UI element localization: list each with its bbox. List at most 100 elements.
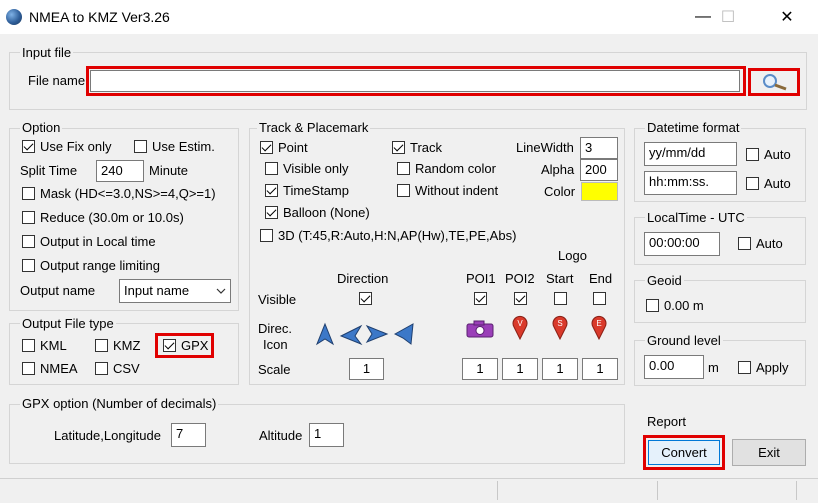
kml-checkbox[interactable] [22, 339, 35, 352]
split-time-label: Split Time [20, 163, 78, 178]
window-title: NMEA to KMZ Ver3.26 [29, 9, 170, 25]
poi1-visible-checkbox[interactable] [474, 292, 487, 305]
output-local-time-label: Output in Local time [40, 234, 156, 249]
direction-label: Direction [337, 271, 389, 286]
ground-level-apply-checkbox[interactable] [738, 361, 751, 374]
datetime-format-group-label: Datetime format [645, 120, 742, 136]
split-time-unit: Minute [149, 163, 189, 178]
time-format-input[interactable]: hh:mm:ss. [644, 171, 737, 195]
visible-only-label: Visible only [283, 161, 349, 176]
start-visible-checkbox[interactable] [554, 292, 567, 305]
localtime-utc-input[interactable]: 00:00:00 [644, 232, 720, 256]
poi2-scale-input[interactable]: 1 [502, 358, 538, 380]
direc-icon-label-2: Icon [263, 337, 288, 352]
gpx-checkbox[interactable] [163, 339, 176, 352]
convert-button[interactable]: Convert [648, 440, 720, 465]
output-file-type-group-label: Output File type [20, 316, 116, 332]
track-label: Track [410, 140, 443, 155]
chevron-down-icon [216, 288, 226, 294]
ground-level-input[interactable]: 0.00 [644, 355, 704, 379]
output-name-label: Output name [20, 283, 96, 298]
nmea-label: NMEA [40, 361, 78, 376]
gpx-label: GPX [181, 338, 209, 353]
mask-checkbox[interactable] [22, 187, 35, 200]
app-globe-icon [6, 9, 22, 25]
alpha-input[interactable]: 200 [580, 159, 618, 181]
browse-button[interactable] [748, 68, 800, 96]
color-swatch[interactable] [581, 182, 618, 201]
close-button[interactable]: ✕ [764, 0, 810, 34]
reduce-checkbox[interactable] [22, 211, 35, 224]
kmz-checkbox[interactable] [95, 339, 108, 352]
exit-button[interactable]: Exit [732, 439, 806, 466]
poi2-label: POI2 [505, 271, 535, 286]
camera-icon [466, 320, 494, 338]
altitude-label: Altitude [259, 428, 303, 443]
maximize-button[interactable]: ☐ [705, 0, 751, 34]
logo-label: Logo [558, 248, 587, 263]
end-scale-input[interactable]: 1 [582, 358, 618, 380]
latlon-label: Latitude,Longitude [54, 428, 161, 443]
status-bar-divider [796, 481, 797, 500]
csv-label: CSV [113, 361, 140, 376]
report-label: Report [647, 414, 687, 429]
kmz-label: KMZ [113, 338, 141, 353]
latlon-decimals-input[interactable]: 7 [171, 423, 206, 447]
color-label: Color [544, 184, 576, 199]
date-format-input[interactable]: yy/mm/dd [644, 142, 737, 166]
date-auto-label: Auto [764, 147, 791, 162]
visible-only-checkbox[interactable] [265, 162, 278, 175]
use-estim-checkbox[interactable] [134, 140, 147, 153]
ground-level-group-label: Ground level [645, 333, 723, 349]
geoid-group-label: Geoid [645, 273, 684, 289]
time-auto-label: Auto [764, 176, 791, 191]
status-bar [0, 478, 818, 503]
output-range-label: Output range limiting [40, 258, 160, 273]
geoid-checkbox[interactable] [646, 299, 659, 312]
three-d-label: 3D (T:45,R:Auto,H:N,AP(Hw),TE,PE,Abs) [278, 228, 517, 243]
reduce-label: Reduce (30.0m or 10.0s) [40, 210, 184, 225]
geoid-label: 0.00 m [664, 298, 704, 313]
poi1-label: POI1 [466, 271, 496, 286]
three-d-checkbox[interactable] [260, 229, 273, 242]
start-scale-input[interactable]: 1 [542, 358, 578, 380]
balloon-label: Balloon (None) [283, 205, 370, 220]
localtime-utc-group-label: LocalTime - UTC [645, 210, 747, 226]
random-color-checkbox[interactable] [397, 162, 410, 175]
kml-label: KML [40, 338, 67, 353]
direction-visible-checkbox[interactable] [359, 292, 372, 305]
track-checkbox[interactable] [392, 141, 405, 154]
output-name-select[interactable]: Input name [119, 279, 231, 303]
direction-scale-input[interactable]: 1 [349, 358, 384, 380]
poi2-pin-icon: V [512, 315, 528, 340]
timestamp-label: TimeStamp [283, 183, 349, 198]
direc-icon-label-1: Direc. [258, 321, 292, 336]
without-indent-label: Without indent [415, 183, 499, 198]
localtime-auto-checkbox[interactable] [738, 237, 751, 250]
poi2-visible-checkbox[interactable] [514, 292, 527, 305]
ground-level-apply-label: Apply [756, 360, 789, 375]
random-color-label: Random color [415, 161, 496, 176]
output-local-time-checkbox[interactable] [22, 235, 35, 248]
output-range-checkbox[interactable] [22, 259, 35, 272]
split-time-input[interactable]: 240 [96, 160, 144, 182]
date-auto-checkbox[interactable] [746, 148, 759, 161]
linewidth-input[interactable]: 3 [580, 137, 618, 159]
without-indent-checkbox[interactable] [397, 184, 410, 197]
end-pin-letter: E [596, 319, 601, 328]
poi1-scale-input[interactable]: 1 [462, 358, 498, 380]
ground-level-unit: m [708, 360, 719, 375]
start-pin-icon: S [552, 315, 568, 340]
nmea-checkbox[interactable] [22, 362, 35, 375]
timestamp-checkbox[interactable] [265, 184, 278, 197]
visible-row-label: Visible [258, 292, 297, 307]
csv-checkbox[interactable] [95, 362, 108, 375]
use-fix-only-label: Use Fix only [40, 139, 112, 154]
balloon-checkbox[interactable] [265, 206, 278, 219]
time-auto-checkbox[interactable] [746, 177, 759, 190]
use-fix-only-checkbox[interactable] [22, 140, 35, 153]
point-checkbox[interactable] [260, 141, 273, 154]
altitude-decimals-input[interactable]: 1 [309, 423, 344, 447]
option-group-label: Option [20, 120, 63, 136]
end-visible-checkbox[interactable] [593, 292, 606, 305]
